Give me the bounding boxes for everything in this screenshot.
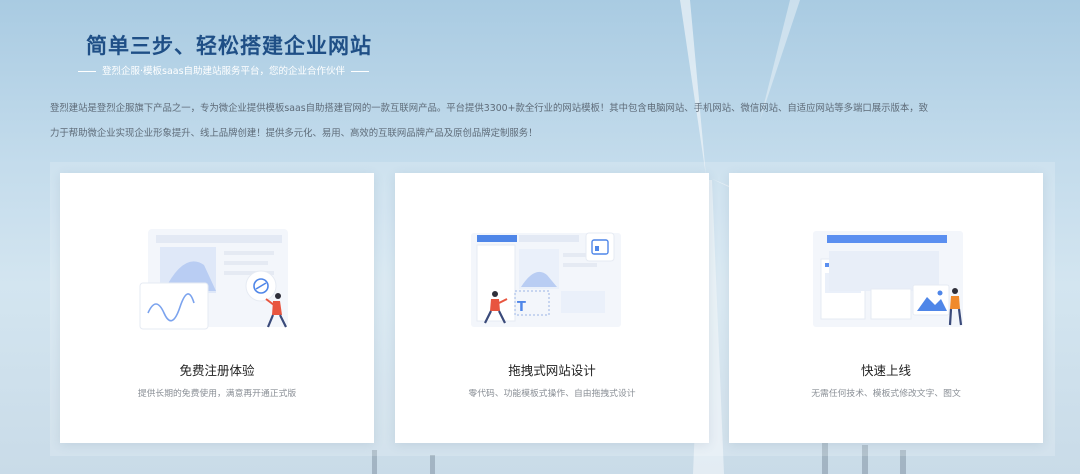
subtitle-line-left [78, 71, 96, 72]
register-illustration [139, 229, 288, 330]
page-title: 简单三步、轻松搭建企业网站 [86, 34, 372, 58]
card-title: 快速上线 [860, 363, 911, 378]
subtitle: 登烈企服·模板saas自助建站服务平台，您的企业合作伙伴 [72, 63, 375, 77]
intro-paragraph: 登烈建站是登烈企服旗下产品之一，专为微企业提供模板saas自助搭建官网的一款互联… [50, 103, 928, 139]
feature-card-launch[interactable]: 快速上线 无需任何技术、模板式修改文字、图文 [729, 173, 1043, 443]
svg-text:T: T [517, 300, 526, 315]
card-title: 拖拽式网站设计 [508, 363, 596, 378]
card-description: 零代码、功能模板式操作、自由拖拽式设计 [468, 389, 636, 399]
feature-card-register[interactable]: 免费注册体验 提供长期的免费使用，满意再开通正式版 [60, 173, 374, 443]
launch-illustration [813, 231, 963, 327]
card-description: 提供长期的免费使用，满意再开通正式版 [137, 389, 297, 399]
drag-design-illustration: T [471, 232, 621, 327]
subtitle-text: 登烈企服·模板saas自助建站服务平台，您的企业合作伙伴 [102, 66, 346, 77]
subtitle-line-right [351, 71, 370, 72]
card-title: 免费注册体验 [179, 363, 255, 378]
card-description: 无需任何技术、模板式修改文字、图文 [811, 389, 961, 399]
feature-card-drag-design[interactable]: T 拖拽式网站设计 零代码、功能模板式操作、自由拖拽式设计 [395, 173, 709, 443]
